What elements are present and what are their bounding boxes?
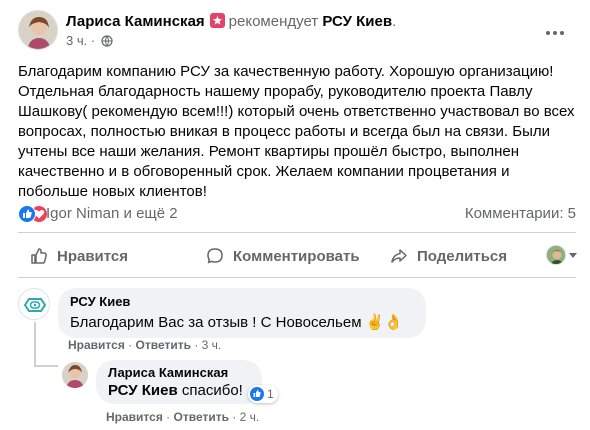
comment-icon	[207, 248, 223, 264]
reply-text-line: РСУ Киев спасибо!	[108, 382, 243, 399]
reactor-avatar	[546, 245, 566, 265]
share-icon	[391, 249, 407, 263]
post-body: Благодарим компанию РСУ за качественную …	[18, 63, 575, 200]
comment-item: РСУ Киев Благодарим Вас за отзыв ! С Нов…	[18, 288, 578, 360]
comment-bubble: РСУ Киев Благодарим Вас за отзыв ! С Нов…	[58, 288, 426, 338]
dot-sep: .	[392, 13, 397, 30]
chevron-down-icon	[569, 252, 577, 258]
reaction-count: 1	[267, 387, 274, 401]
sep: ·	[232, 410, 237, 424]
divider	[18, 232, 576, 233]
reply-like-link[interactable]: Нравится	[106, 410, 163, 424]
sep: ·	[194, 338, 199, 352]
reply-author[interactable]: Лариса Каминская	[108, 365, 228, 380]
comment-text: Благодарим Вас за отзыв ! С Новосельем ✌…	[70, 314, 404, 331]
post-time[interactable]: 3 ч.	[66, 33, 87, 48]
reply-connector	[34, 365, 58, 367]
post-meta: 3 ч. ·	[66, 33, 113, 50]
reply-author-avatar[interactable]	[62, 362, 88, 388]
like-label: Нравится	[57, 247, 129, 265]
author-name[interactable]: Лариса Каминская	[66, 13, 205, 30]
reply-mention[interactable]: РСУ Киев	[108, 382, 178, 399]
reply-actions: Нравится · Ответить · 2 ч.	[106, 410, 259, 424]
page-name-link[interactable]: РСУ Киев	[322, 13, 392, 30]
page-avatar[interactable]	[18, 288, 50, 320]
reply-connector	[34, 322, 36, 366]
more-icon[interactable]	[546, 22, 570, 35]
post-header: Лариса Каминская рекомендует РСУ Киев. 3 …	[18, 10, 578, 52]
reply-time[interactable]: 2 ч.	[240, 410, 260, 424]
reply-reply-link[interactable]: Ответить	[174, 410, 229, 424]
like-button[interactable]: Нравится	[30, 239, 128, 273]
reactor-selector[interactable]	[546, 245, 577, 265]
sep: ·	[166, 410, 171, 424]
globe-icon	[101, 35, 113, 50]
reactions-text[interactable]: Igor Niman и ещё 2	[46, 205, 178, 222]
comment-author[interactable]: РСУ Киев	[70, 294, 130, 309]
comment-label: Комментировать	[233, 247, 360, 265]
reply-item: Лариса Каминская РСУ Киев спасибо! 1 Нра…	[62, 360, 578, 430]
like-reaction-icon	[250, 387, 264, 401]
comment-reply-link[interactable]: Ответить	[136, 338, 191, 352]
star-badge-icon	[209, 13, 225, 28]
recommends-text: рекомендует	[228, 13, 319, 30]
like-icon	[31, 248, 47, 264]
reply-bubble: Лариса Каминская РСУ Киев спасибо!	[96, 360, 262, 404]
reply-reaction-count[interactable]: 1	[248, 385, 278, 403]
share-button[interactable]: Поделиться	[390, 239, 507, 273]
sep: ·	[128, 338, 133, 352]
comment-like-link[interactable]: Нравится	[68, 338, 125, 352]
comment-actions: Нравится · Ответить · 3 ч.	[68, 338, 221, 352]
share-label: Поделиться	[417, 247, 508, 265]
comment-button[interactable]: Комментировать	[206, 239, 360, 273]
reactions-bar: Igor Niman и ещё 2 Комментарии: 5	[18, 204, 576, 224]
reply-text: спасибо!	[181, 382, 243, 399]
post-actions: Нравится Комментировать Поделиться	[18, 239, 577, 273]
comment-time[interactable]: 3 ч.	[202, 338, 222, 352]
author-avatar[interactable]	[18, 10, 58, 50]
author-line: Лариса Каминская рекомендует РСУ Киев.	[66, 13, 396, 30]
divider	[18, 277, 576, 278]
meta-sep: ·	[90, 33, 96, 48]
comments-count[interactable]: Комментарии: 5	[465, 205, 576, 222]
like-reaction-icon	[18, 205, 36, 223]
